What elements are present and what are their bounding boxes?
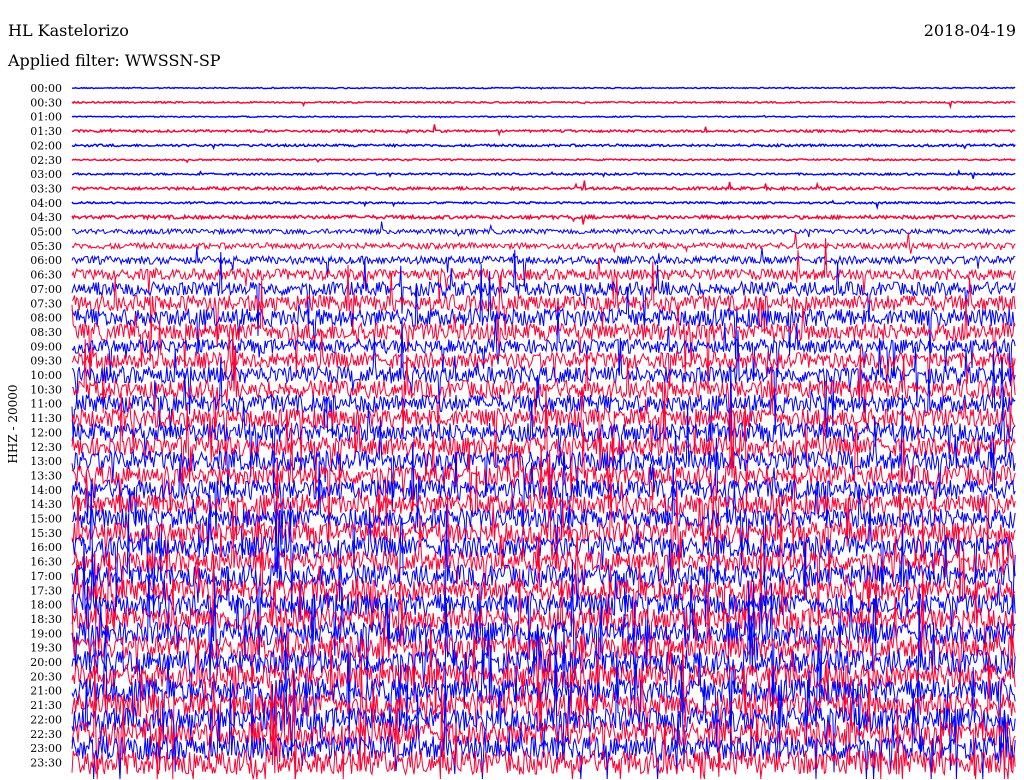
seismogram-plot: 00:0000:30 01:0001:3002:00 02:3003:0003:30… [30,82,1016,780]
trace-0430 [71,213,1016,225]
row-time-label: 23:30 [30,756,62,769]
row-time-label: 06:00 [30,254,62,267]
row-time-label: 17:00 [30,570,62,583]
row-time-label: 10:30 [30,383,62,396]
row-time-label: 02:00 [30,139,62,152]
row-time-label: 19:30 [30,642,62,655]
row-time-label: 06:30 [30,269,62,282]
row-time-label: 02:30 [30,154,62,167]
trace-0030 [71,100,1016,110]
row-time-label: 01:00 [30,111,62,124]
row-time-label: 09:00 [30,340,62,353]
row-time-label: 16:00 [30,541,62,554]
row-time-label: 04:00 [30,197,62,210]
row-time-label: 20:00 [30,656,62,669]
row-time-label: 23:00 [30,742,62,755]
row-time-label: 12:30 [30,441,62,454]
trace-0530 [71,231,1016,254]
row-time-label: 22:00 [30,713,62,726]
row-time-label: 14:30 [30,498,62,511]
trace-0230 [71,157,1016,164]
row-time-label: 00:00 [30,82,62,95]
trace-1600 [71,479,1016,618]
row-time-label: 04:30 [30,211,62,224]
row-time-label: 17:30 [30,584,62,597]
row-time-label: 13:00 [30,455,62,468]
row-time-label: 15:00 [30,513,62,526]
row-time-label: 05:00 [30,226,62,239]
row-time-label: 21:00 [30,685,62,698]
row-time-label: 20:30 [30,670,62,683]
trace-0130 [71,124,1016,137]
row-time-label: 18:00 [30,599,62,612]
row-time-label: 07:00 [30,283,62,296]
row-time-label: 03:00 [30,168,62,181]
row-time-label: 05:30 [30,240,62,253]
trace-0200 [71,142,1016,150]
row-time-label: 00:30 [30,96,62,109]
row-time-label: 15:30 [30,527,62,540]
row-time-label: 21:30 [30,699,62,712]
row-time-label: 19:00 [30,627,62,640]
trace-0300 [71,169,1016,179]
trace-0000 [72,86,1016,90]
row-time-label: 14:00 [30,484,62,497]
row-time-label: 08:00 [30,312,62,325]
trace-0400 [71,199,1016,211]
row-time-label: 10:00 [30,369,62,382]
row-time-label: 09:30 [30,355,62,368]
trace-0330 [71,180,1016,192]
trace-0600 [71,246,1016,287]
row-time-label: 16:30 [30,556,62,569]
trace-0100 [71,114,1016,119]
row-time-label: 01:30 [30,125,62,138]
row-time-label: 11:00 [30,398,62,411]
row-time-label: 13:30 [30,469,62,482]
row-time-label: 11:30 [30,412,62,425]
trace-0500 [71,221,1016,238]
row-time-label: 03:30 [30,182,62,195]
row-time-label: 18:30 [30,613,62,626]
row-time-label: 22:30 [30,728,62,741]
row-time-label: 07:30 [30,297,62,310]
trace-0830 [71,280,1016,394]
row-time-label: 12:00 [30,426,62,439]
row-time-label: 08:30 [30,326,62,339]
